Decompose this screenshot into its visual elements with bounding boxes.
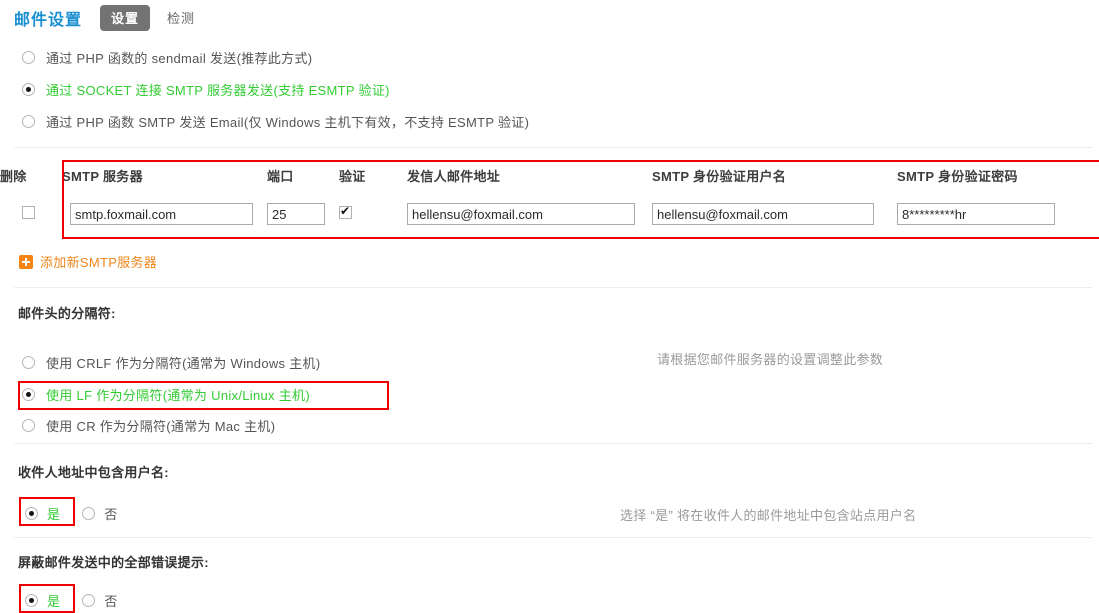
col-header-server: SMTP 服务器 [62,168,143,184]
plus-icon [19,254,33,269]
radio-icon[interactable] [22,356,35,369]
cell-from [407,192,652,236]
send-mode-label-sendmail: 通过 PHP 函数的 sendmail 发送(推荐此方式) [46,51,313,66]
radio-icon[interactable] [82,507,96,520]
send-mode-label-socket: 通过 SOCKET 连接 SMTP 服务器发送(支持 ESMTP 验证) [46,83,390,98]
col-header-auth: 验证 [339,168,366,184]
radio-icon[interactable] [22,115,35,128]
smtp-username-input[interactable] [652,203,874,225]
separator-option-lf[interactable]: 使用 LF 作为分隔符(通常为 Unix/Linux 主机) [22,385,310,404]
smtp-password-input[interactable] [897,203,1055,225]
cell-delete [0,192,62,236]
separator-label-lf: 使用 LF 作为分隔符(通常为 Unix/Linux 主机) [46,388,310,403]
auth-checkbox[interactable] [339,204,352,219]
recipient-yesno-group: 是 否 [25,504,118,523]
sender-email-input[interactable] [407,203,635,225]
add-smtp-server-label: 添加新SMTP服务器 [40,255,158,270]
table-row [0,192,1099,236]
col-header-from: 发信人邮件地址 [407,168,501,184]
suppress-yesno-group: 是 否 [25,591,118,610]
divider [14,537,1091,538]
radio-icon[interactable] [25,594,38,607]
tab-settings[interactable]: 设置 [100,5,151,31]
radio-icon[interactable] [22,83,35,96]
add-smtp-server-button[interactable]: 添加新SMTP服务器 [19,252,157,271]
cell-port [267,192,339,236]
delete-checkbox[interactable] [22,206,35,219]
radio-icon[interactable] [25,507,38,520]
section-label-separator: 邮件头的分隔符: [18,306,116,321]
suppress-yes-label: 是 [47,594,61,609]
send-mode-label-php-smtp: 通过 PHP 函数 SMTP 发送 Email(仅 Windows 主机下有效，… [46,115,530,130]
radio-icon[interactable] [22,388,35,401]
smtp-server-input[interactable] [70,203,253,225]
recipient-no-label: 否 [104,507,118,522]
separator-label-crlf: 使用 CRLF 作为分隔符(通常为 Windows 主机) [46,356,321,371]
radio-icon[interactable] [82,594,96,607]
col-header-port: 端口 [267,168,294,184]
tab-detect[interactable]: 检测 [156,5,206,31]
separator-option-cr[interactable]: 使用 CR 作为分隔符(通常为 Mac 主机) [22,416,275,435]
page-header: 邮件设置 设置 检测 [0,0,212,36]
col-header-password: SMTP 身份验证密码 [897,168,1018,184]
separator-option-crlf[interactable]: 使用 CRLF 作为分隔符(通常为 Windows 主机) [22,353,321,372]
send-mode-option-sendmail[interactable]: 通过 PHP 函数的 sendmail 发送(推荐此方式) [22,48,312,67]
section-label-recipient: 收件人地址中包含用户名: [18,465,169,480]
divider [14,147,1091,148]
cell-username [652,192,897,236]
cell-server [62,192,267,236]
col-header-delete: 删除 [0,168,27,184]
radio-icon[interactable] [22,419,35,432]
send-mode-option-php-smtp[interactable]: 通过 PHP 函数 SMTP 发送 Email(仅 Windows 主机下有效，… [22,112,529,131]
radio-icon[interactable] [22,51,35,64]
send-mode-option-socket[interactable]: 通过 SOCKET 连接 SMTP 服务器发送(支持 ESMTP 验证) [22,80,390,99]
cell-password [897,192,1099,236]
recipient-yes-label: 是 [47,507,61,522]
col-header-username: SMTP 身份验证用户名 [652,168,787,184]
section-label-suppress: 屏蔽邮件发送中的全部错误提示: [18,555,209,570]
hint-recipient: 选择 “是” 将在收件人的邮件地址中包含站点用户名 [620,508,917,523]
suppress-no-label: 否 [104,594,118,609]
page-title: 邮件设置 [14,12,83,29]
divider [14,287,1091,288]
smtp-server-table: 删除 SMTP 服务器 端口 验证 发信人邮件地址 SMTP 身份验证用户名 S… [0,158,1099,240]
cell-auth [339,192,407,236]
smtp-port-input[interactable] [267,203,325,225]
separator-label-cr: 使用 CR 作为分隔符(通常为 Mac 主机) [46,419,276,434]
table-header-row: 删除 SMTP 服务器 端口 验证 发信人邮件地址 SMTP 身份验证用户名 S… [0,158,1099,192]
hint-separator: 请根据您邮件服务器的设置调整此参数 [657,352,884,367]
divider [14,443,1091,444]
